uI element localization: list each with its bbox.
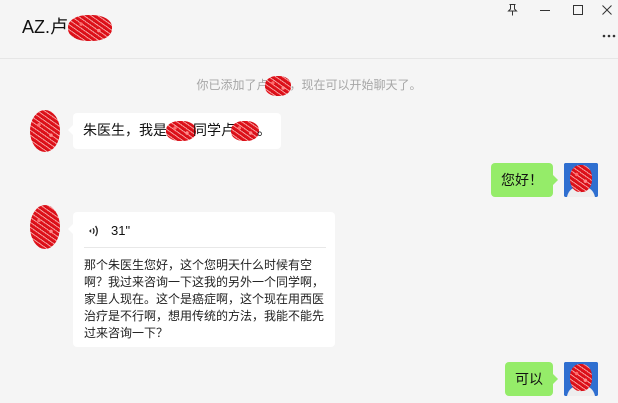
redaction-scribble	[68, 15, 113, 42]
message-text: 同学卢	[193, 122, 235, 138]
pin-icon[interactable]	[506, 3, 519, 16]
incoming-voice-bubble[interactable]: 31" 那个朱医生您好，这个您明天什么时候有空啊？我过来咨询一下这我的另外一个同…	[68, 212, 335, 347]
incoming-message-bubble[interactable]: 朱医生，我是 同学卢 。	[68, 113, 281, 150]
system-notice-suffix: ，现在可以开始聊天了。	[289, 78, 422, 93]
contact-avatar[interactable]	[30, 110, 60, 152]
contact-avatar[interactable]	[30, 205, 60, 249]
voice-wave-icon	[89, 225, 98, 237]
chat-title: AZ.卢	[22, 14, 113, 42]
message-text: 可以	[515, 371, 543, 387]
message-text: 朱医生，我是	[83, 122, 167, 138]
outgoing-message-bubble[interactable]: 您好！	[491, 163, 558, 197]
voice-duration: 31"	[111, 223, 131, 238]
my-avatar[interactable]	[564, 362, 598, 396]
redaction-scribble	[166, 121, 196, 142]
outgoing-message-bubble[interactable]: 可以	[505, 362, 558, 396]
contact-name: AZ.卢	[22, 17, 69, 37]
system-notice-prefix: 你已添加了卢	[196, 78, 269, 93]
voice-play-control[interactable]: 31"	[84, 222, 326, 240]
message-text: 您好！	[501, 172, 543, 188]
more-options-icon[interactable]	[602, 32, 616, 40]
chat-header: AZ.卢	[0, 0, 618, 59]
divider	[84, 247, 326, 248]
minimize-icon[interactable]	[539, 4, 551, 16]
chat-window: AZ.卢 你已添加了卢 ，现在可以开始聊天了。 朱医生，我是 同学卢 。 您好！…	[0, 0, 618, 403]
close-icon[interactable]	[601, 4, 613, 16]
redaction-scribble	[231, 121, 259, 142]
maximize-icon[interactable]	[572, 4, 584, 16]
redaction-scribble	[264, 76, 291, 96]
system-notice: 你已添加了卢 ，现在可以开始聊天了。	[0, 76, 618, 96]
message-text: 。	[257, 122, 271, 138]
my-avatar[interactable]	[564, 163, 598, 197]
redaction-scribble	[570, 165, 592, 192]
redaction-scribble	[570, 364, 592, 391]
voice-transcript: 那个朱医生您好，这个您明天什么时候有空啊？我过来咨询一下这我的另外一个同学啊，家…	[84, 258, 325, 340]
